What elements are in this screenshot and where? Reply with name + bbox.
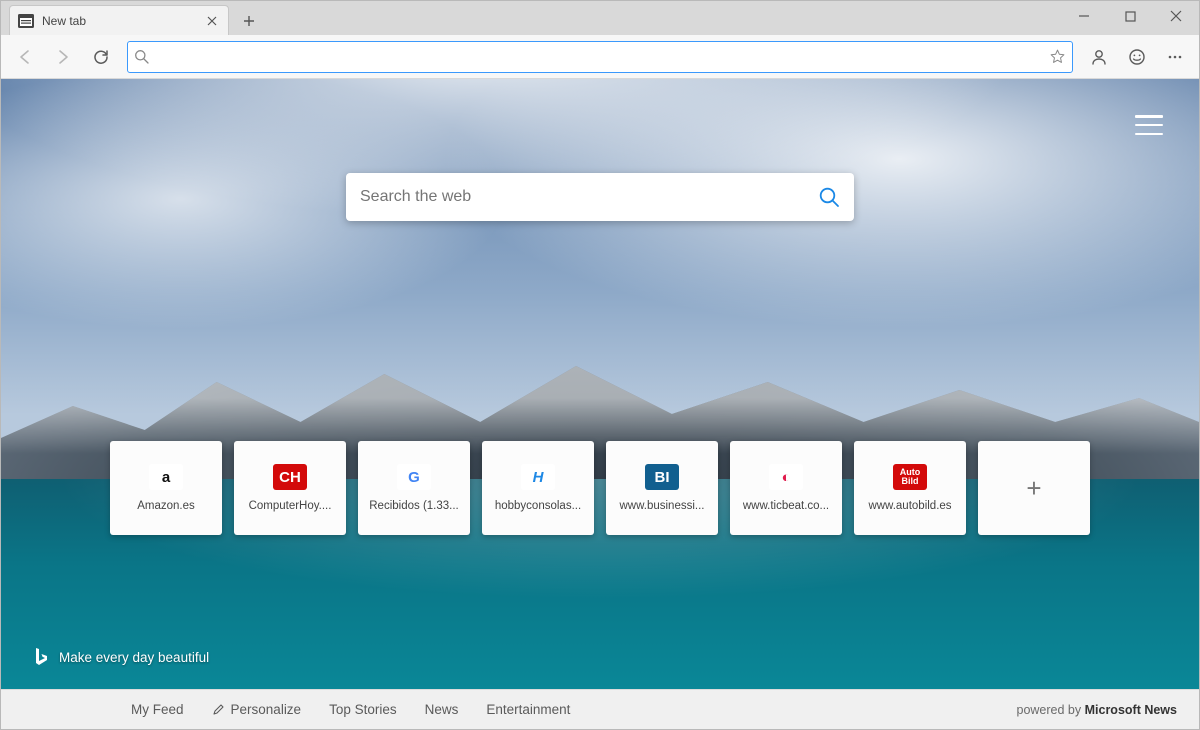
feed-link-entertainment[interactable]: Entertainment (486, 702, 570, 717)
top-site-tile[interactable]: a Amazon.es (110, 441, 222, 535)
plus-icon: + (1026, 473, 1041, 504)
profile-button[interactable] (1081, 39, 1117, 75)
new-tab-button[interactable] (235, 7, 263, 35)
window-close-button[interactable] (1153, 1, 1199, 31)
top-site-tile[interactable]: ◐ www.ticbeat.co... (730, 441, 842, 535)
tab-newtab[interactable]: New tab (9, 5, 229, 35)
tab-close-button[interactable] (204, 13, 220, 29)
tile-label: Recibidos (1.33... (369, 500, 459, 512)
bing-tagline[interactable]: Make every day beautiful (33, 647, 209, 667)
tile-label: ComputerHoy.... (249, 500, 332, 512)
web-search-box[interactable] (346, 173, 854, 221)
page-settings-button[interactable] (1135, 115, 1163, 135)
tile-icon: a (149, 464, 183, 490)
window-minimize-button[interactable] (1061, 1, 1107, 31)
top-site-tile[interactable]: Hhobbyconsolas... (482, 441, 594, 535)
web-search-input[interactable] (360, 188, 808, 206)
tile-icon: G (397, 464, 431, 490)
tile-label: Amazon.es (137, 500, 195, 512)
powered-by-label: powered by Microsoft News (1017, 703, 1178, 717)
bing-tagline-text: Make every day beautiful (59, 650, 209, 665)
address-input[interactable] (155, 42, 1043, 72)
window-maximize-button[interactable] (1107, 1, 1153, 31)
newtab-content: a Amazon.es CH ComputerHoy.... G Recibidos (1… (1, 79, 1199, 689)
feed-link-personalize[interactable]: Personalize (212, 702, 302, 717)
search-icon (134, 49, 149, 64)
feed-bottom-bar: My Feed Personalize Top Stories News Ent… (1, 689, 1199, 729)
tile-icon: CH (273, 464, 307, 490)
tab-title: New tab (42, 14, 196, 28)
favorite-star-button[interactable] (1049, 48, 1066, 65)
top-site-tile[interactable]: CH ComputerHoy.... (234, 441, 346, 535)
tab-favicon (18, 13, 34, 29)
hamburger-icon (1135, 115, 1163, 118)
feed-link-personalize-label: Personalize (231, 702, 302, 717)
tile-icon: Auto Bild (893, 464, 927, 490)
web-search-submit-icon[interactable] (818, 186, 840, 208)
top-sites-tiles: a Amazon.es CH ComputerHoy.... G Recibidos (1… (110, 441, 1090, 535)
address-bar[interactable] (127, 41, 1073, 73)
tile-icon: BI (645, 464, 679, 490)
pencil-icon (212, 703, 225, 716)
add-site-tile[interactable]: + (978, 441, 1090, 535)
tab-strip: New tab (1, 1, 1199, 35)
nav-forward-button[interactable] (45, 39, 81, 75)
more-menu-button[interactable] (1157, 39, 1193, 75)
tile-icon: ◐ (769, 464, 803, 490)
window-controls (1061, 1, 1199, 35)
browser-window: New tab (0, 0, 1200, 730)
top-site-tile[interactable]: BI www.businessi... (606, 441, 718, 535)
tile-label: www.ticbeat.co... (743, 500, 829, 512)
tile-label: hobbyconsolas... (495, 500, 581, 512)
toolbar (1, 35, 1199, 79)
tile-icon: H (521, 464, 555, 490)
tile-label: www.businessi... (619, 500, 704, 512)
tile-label: www.autobild.es (868, 500, 951, 512)
feedback-smiley-button[interactable] (1119, 39, 1155, 75)
nav-back-button[interactable] (7, 39, 43, 75)
feed-link-news[interactable]: News (425, 702, 459, 717)
top-site-tile[interactable]: Auto Bild www.autobild.es (854, 441, 966, 535)
feed-link-myfeed[interactable]: My Feed (131, 702, 184, 717)
top-site-tile[interactable]: G Recibidos (1.33... (358, 441, 470, 535)
nav-refresh-button[interactable] (83, 39, 119, 75)
feed-link-topstories[interactable]: Top Stories (329, 702, 397, 717)
bing-logo-icon (33, 647, 49, 667)
